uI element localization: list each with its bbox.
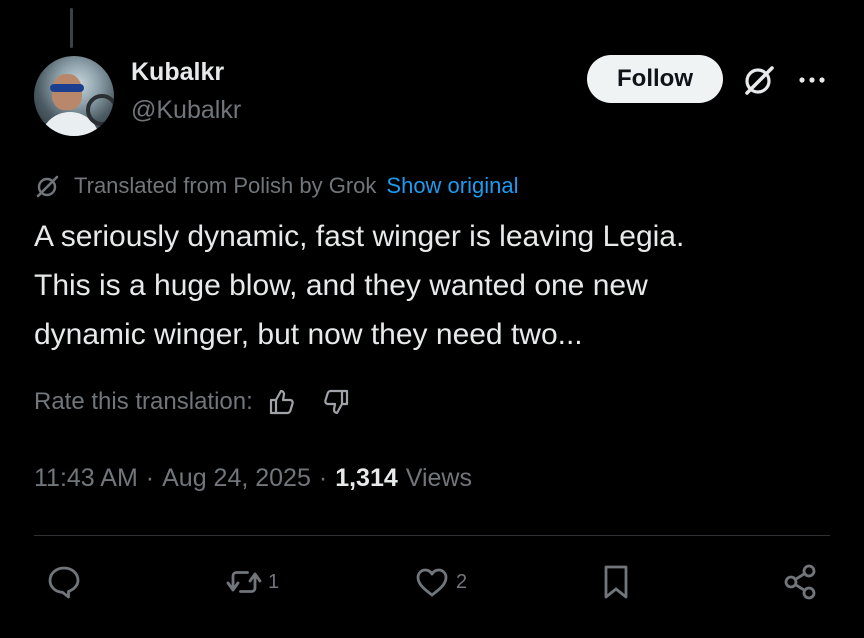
thread-connector-line <box>70 8 73 48</box>
translation-notice: Translated from Polish by Grok Show orig… <box>34 172 518 200</box>
avatar-steering-wheel <box>86 94 114 126</box>
tweet-text-line: dynamic winger, but now they need two... <box>34 318 583 351</box>
avatar-face <box>52 74 82 110</box>
retweet-icon <box>226 571 262 593</box>
reply-button[interactable] <box>44 560 88 604</box>
rate-translation-label: Rate this translation: <box>34 388 253 415</box>
views-label[interactable]: Views <box>406 464 472 493</box>
divider <box>34 535 830 536</box>
avatar-sunglasses <box>50 84 84 92</box>
like-count: 2 <box>456 570 468 593</box>
bookmark-button[interactable] <box>596 560 636 604</box>
share-button[interactable] <box>780 560 820 604</box>
views-count[interactable]: 1,314 <box>335 464 398 493</box>
reply-icon <box>48 566 80 599</box>
tweet-meta: 11:43 AM · Aug 24, 2025 · 1,314 Views <box>34 464 472 493</box>
heart-icon <box>416 568 448 597</box>
rate-translation: Rate this translation: <box>34 386 351 418</box>
tweet-text-line: This is a huge blow, and they wanted one… <box>34 269 648 302</box>
like-button[interactable]: 2 <box>412 560 467 604</box>
retweet-button[interactable]: 1 <box>224 560 279 604</box>
author-handle[interactable]: @Kubalkr <box>131 96 241 125</box>
grok-icon <box>36 175 59 198</box>
grok-icon[interactable] <box>741 62 777 98</box>
tweet-time[interactable]: 11:43 AM <box>34 464 138 493</box>
translation-notice-text: Translated from Polish by Grok <box>74 173 377 198</box>
tweet-text: A seriously dynamic, fast winger is leav… <box>34 212 834 359</box>
thumbs-up-icon[interactable] <box>267 387 297 417</box>
tweet-text-line: A seriously dynamic, fast winger is leav… <box>34 220 685 253</box>
avatar[interactable] <box>34 56 114 136</box>
thumbs-down-icon[interactable] <box>321 387 351 417</box>
meta-separator: · <box>318 464 328 492</box>
show-original-link[interactable]: Show original <box>386 173 518 199</box>
meta-separator: · <box>145 464 155 492</box>
tweet-date[interactable]: Aug 24, 2025 <box>162 464 311 493</box>
bookmark-icon <box>604 565 628 599</box>
share-icon <box>784 564 816 600</box>
author-name[interactable]: Kubalkr <box>131 58 224 87</box>
more-icon[interactable] <box>794 62 830 98</box>
retweet-count: 1 <box>268 570 280 593</box>
follow-button[interactable]: Follow <box>587 55 723 103</box>
